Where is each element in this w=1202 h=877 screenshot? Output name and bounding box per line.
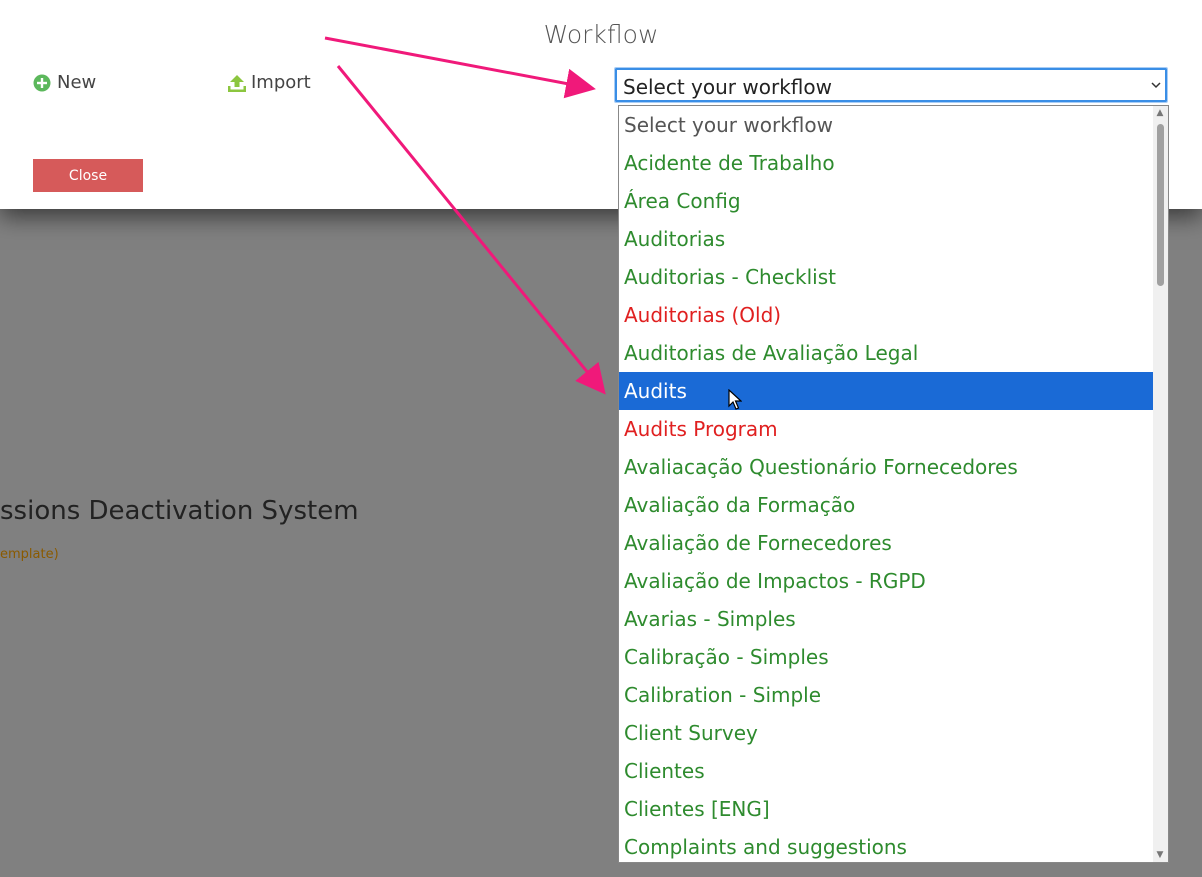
dropdown-option-selected[interactable]: Audits [619,372,1155,410]
upload-icon [227,74,246,92]
background-page-title: ssions Deactivation System [0,496,359,526]
scroll-up-icon[interactable]: ▲ [1155,108,1165,118]
new-button[interactable]: New [33,72,96,93]
dropdown-option[interactable]: Avarias - Simples [619,600,1155,638]
import-label: Import [251,72,311,93]
dropdown-option[interactable]: Select your workflow [619,106,1155,144]
mouse-pointer-icon [728,389,742,410]
dropdown-option[interactable]: Calibração - Simples [619,638,1155,676]
dropdown-option[interactable]: Client Survey [619,714,1155,752]
dropdown-option[interactable]: Clientes [ENG] [619,790,1155,828]
dropdown-option[interactable]: Avaliacação Questionário Fornecedores [619,448,1155,486]
chevron-down-icon [1151,79,1161,92]
close-button[interactable]: Close [33,159,143,192]
workflow-select[interactable]: Select your workflow [614,67,1168,103]
dropdown-option[interactable]: Clientes [619,752,1155,790]
scrollbar-thumb[interactable] [1157,124,1164,286]
plus-circle-icon [33,74,51,92]
dropdown-option[interactable]: Avaliação de Impactos - RGPD [619,562,1155,600]
dropdown-option[interactable]: Área Config [619,182,1155,220]
dropdown-options: Select your workflow Acidente de Trabalho… [619,106,1155,862]
import-button[interactable]: Import [227,72,311,93]
dropdown-scrollbar[interactable]: ▲ ▼ [1153,106,1168,862]
dropdown-option[interactable]: Acidente de Trabalho [619,144,1155,182]
new-label: New [57,72,97,93]
dropdown-option[interactable]: Auditorias de Avaliação Legal [619,334,1155,372]
workflow-select-value: Select your workflow [623,75,832,99]
dropdown-option[interactable]: Avaliação da Formação [619,486,1155,524]
workflow-dropdown-list[interactable]: Select your workflow Acidente de Trabalho… [618,105,1169,863]
dialog-title: Workflow [543,20,659,49]
dropdown-option[interactable]: Calibration - Simple [619,676,1155,714]
dropdown-option[interactable]: Auditorias - Checklist [619,258,1155,296]
background-page-subtitle: emplate) [0,547,59,562]
dropdown-option[interactable]: Audits Program [619,410,1155,448]
scroll-down-icon[interactable]: ▼ [1155,850,1165,860]
dropdown-option[interactable]: Auditorias (Old) [619,296,1155,334]
dropdown-option[interactable]: Complaints and suggestions [619,828,1155,862]
dropdown-option[interactable]: Avaliação de Fornecedores [619,524,1155,562]
dropdown-option[interactable]: Auditorias [619,220,1155,258]
